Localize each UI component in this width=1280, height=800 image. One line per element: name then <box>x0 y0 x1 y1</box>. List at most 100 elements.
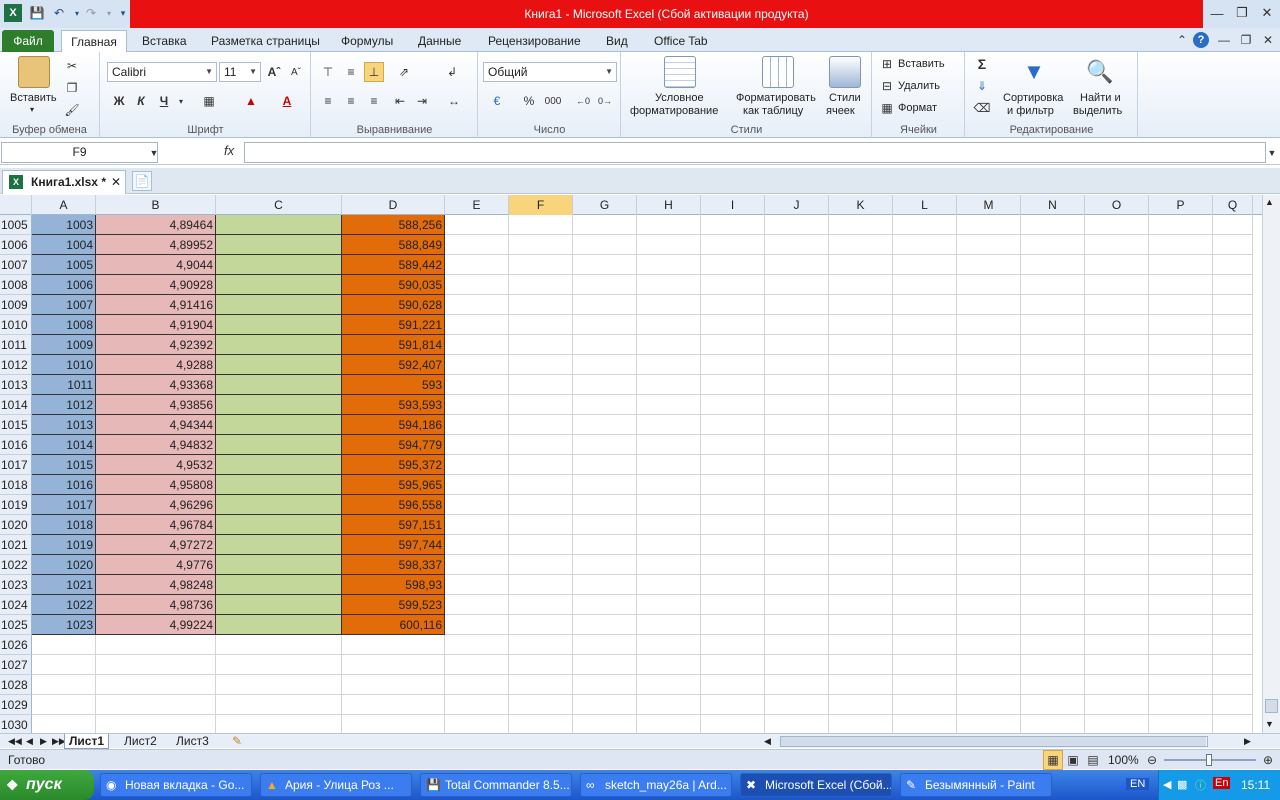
task-total-commander[interactable]: 💾 Total Commander 8.5... <box>420 773 572 797</box>
name-box-dropdown-icon[interactable]: ▼ <box>144 143 164 163</box>
cell-c-1019[interactable] <box>216 495 342 515</box>
cell-a-1008[interactable]: 1006 <box>32 275 96 295</box>
cell-f-1016[interactable] <box>509 435 573 455</box>
cell-h-1017[interactable] <box>637 455 701 475</box>
cell-e-1009[interactable] <box>445 295 509 315</box>
cell-f-1017[interactable] <box>509 455 573 475</box>
cell-i-1028[interactable] <box>701 675 765 695</box>
cell-b-1018[interactable]: 4,95808 <box>96 475 216 495</box>
column-header-o[interactable]: O <box>1085 195 1149 215</box>
scroll-left-icon[interactable]: ◀ <box>760 734 775 749</box>
cell-f-1012[interactable] <box>509 355 573 375</box>
cell-o-1005[interactable] <box>1085 215 1149 235</box>
cell-f-1018[interactable] <box>509 475 573 495</box>
doc-minimize-icon[interactable]: — <box>1214 30 1234 50</box>
cell-i-1015[interactable] <box>701 415 765 435</box>
cell-p-1019[interactable] <box>1149 495 1213 515</box>
cell-a-1009[interactable]: 1007 <box>32 295 96 315</box>
cell-l-1009[interactable] <box>893 295 957 315</box>
cell-n-1028[interactable] <box>1021 675 1085 695</box>
cell-e-1022[interactable] <box>445 555 509 575</box>
formula-input[interactable] <box>244 142 1266 163</box>
cell-n-1011[interactable] <box>1021 335 1085 355</box>
cell-b-1012[interactable]: 4,9288 <box>96 355 216 375</box>
cell-e-1024[interactable] <box>445 595 509 615</box>
cell-o-1013[interactable] <box>1085 375 1149 395</box>
cell-l-1022[interactable] <box>893 555 957 575</box>
column-header-l[interactable]: L <box>893 195 957 215</box>
cell-d-1015[interactable]: 594,186 <box>342 415 445 435</box>
cell-g-1007[interactable] <box>573 255 637 275</box>
cell-c-1024[interactable] <box>216 595 342 615</box>
cell-q-1006[interactable] <box>1213 235 1253 255</box>
cell-q-1013[interactable] <box>1213 375 1253 395</box>
tab-data[interactable]: Данные <box>412 31 467 52</box>
cell-g-1025[interactable] <box>573 615 637 635</box>
cell-k-1027[interactable] <box>829 655 893 675</box>
cell-i-1011[interactable] <box>701 335 765 355</box>
cell-g-1020[interactable] <box>573 515 637 535</box>
row-header[interactable]: 1028 <box>0 675 32 695</box>
cell-d-1023[interactable]: 598,93 <box>342 575 445 595</box>
cell-m-1025[interactable] <box>957 615 1021 635</box>
cell-i-1021[interactable] <box>701 535 765 555</box>
cell-p-1005[interactable] <box>1149 215 1213 235</box>
scroll-thumb[interactable] <box>1265 699 1278 713</box>
cell-b-1011[interactable]: 4,92392 <box>96 335 216 355</box>
horizontal-scrollbar[interactable] <box>780 736 1208 747</box>
cell-k-1018[interactable] <box>829 475 893 495</box>
cell-j-1016[interactable] <box>765 435 829 455</box>
autosum-icon[interactable]: Σ <box>972 54 992 74</box>
cell-i-1027[interactable] <box>701 655 765 675</box>
cell-b-1023[interactable]: 4,98248 <box>96 575 216 595</box>
cell-i-1012[interactable] <box>701 355 765 375</box>
currency-icon[interactable]: € <box>487 91 507 111</box>
conditional-format-line1[interactable]: Условное <box>655 92 704 104</box>
cell-d-1008[interactable]: 590,035 <box>342 275 445 295</box>
cell-g-1011[interactable] <box>573 335 637 355</box>
cell-j-1030[interactable] <box>765 715 829 735</box>
cell-p-1007[interactable] <box>1149 255 1213 275</box>
row-header[interactable]: 1030 <box>0 715 32 735</box>
cell-c-1020[interactable] <box>216 515 342 535</box>
cell-c-1028[interactable] <box>216 675 342 695</box>
cell-h-1020[interactable] <box>637 515 701 535</box>
cell-j-1008[interactable] <box>765 275 829 295</box>
cell-n-1026[interactable] <box>1021 635 1085 655</box>
cell-f-1010[interactable] <box>509 315 573 335</box>
cell-l-1017[interactable] <box>893 455 957 475</box>
font-size-combo[interactable]: 11 ▼ <box>219 62 261 82</box>
cell-e-1030[interactable] <box>445 715 509 735</box>
cell-b-1014[interactable]: 4,93856 <box>96 395 216 415</box>
cell-l-1024[interactable] <box>893 595 957 615</box>
cell-f-1008[interactable] <box>509 275 573 295</box>
format-painter-icon[interactable]: 🖌 <box>62 100 82 120</box>
cell-i-1020[interactable] <box>701 515 765 535</box>
row-header[interactable]: 1015 <box>0 415 32 435</box>
cell-q-1024[interactable] <box>1213 595 1253 615</box>
cell-f-1023[interactable] <box>509 575 573 595</box>
cell-f-1021[interactable] <box>509 535 573 555</box>
task-excel[interactable]: ✖ Microsoft Excel (Сбой... <box>740 773 892 797</box>
cell-f-1030[interactable] <box>509 715 573 735</box>
start-button[interactable]: ❖ пуск <box>0 770 94 800</box>
cell-d-1013[interactable]: 593 <box>342 375 445 395</box>
cell-o-1023[interactable] <box>1085 575 1149 595</box>
cell-o-1025[interactable] <box>1085 615 1149 635</box>
find-select-line1[interactable]: Найти и <box>1080 92 1121 104</box>
cell-n-1018[interactable] <box>1021 475 1085 495</box>
cell-k-1019[interactable] <box>829 495 893 515</box>
horizontal-scroll-thumb[interactable] <box>781 737 1206 746</box>
cell-l-1016[interactable] <box>893 435 957 455</box>
cell-j-1023[interactable] <box>765 575 829 595</box>
cell-i-1019[interactable] <box>701 495 765 515</box>
cell-n-1029[interactable] <box>1021 695 1085 715</box>
cell-p-1012[interactable] <box>1149 355 1213 375</box>
cell-d-1017[interactable]: 595,372 <box>342 455 445 475</box>
cell-e-1014[interactable] <box>445 395 509 415</box>
select-all-corner[interactable] <box>0 195 32 215</box>
find-select-icon[interactable]: 🔍 <box>1084 56 1116 88</box>
cell-c-1022[interactable] <box>216 555 342 575</box>
cell-j-1025[interactable] <box>765 615 829 635</box>
cell-p-1008[interactable] <box>1149 275 1213 295</box>
